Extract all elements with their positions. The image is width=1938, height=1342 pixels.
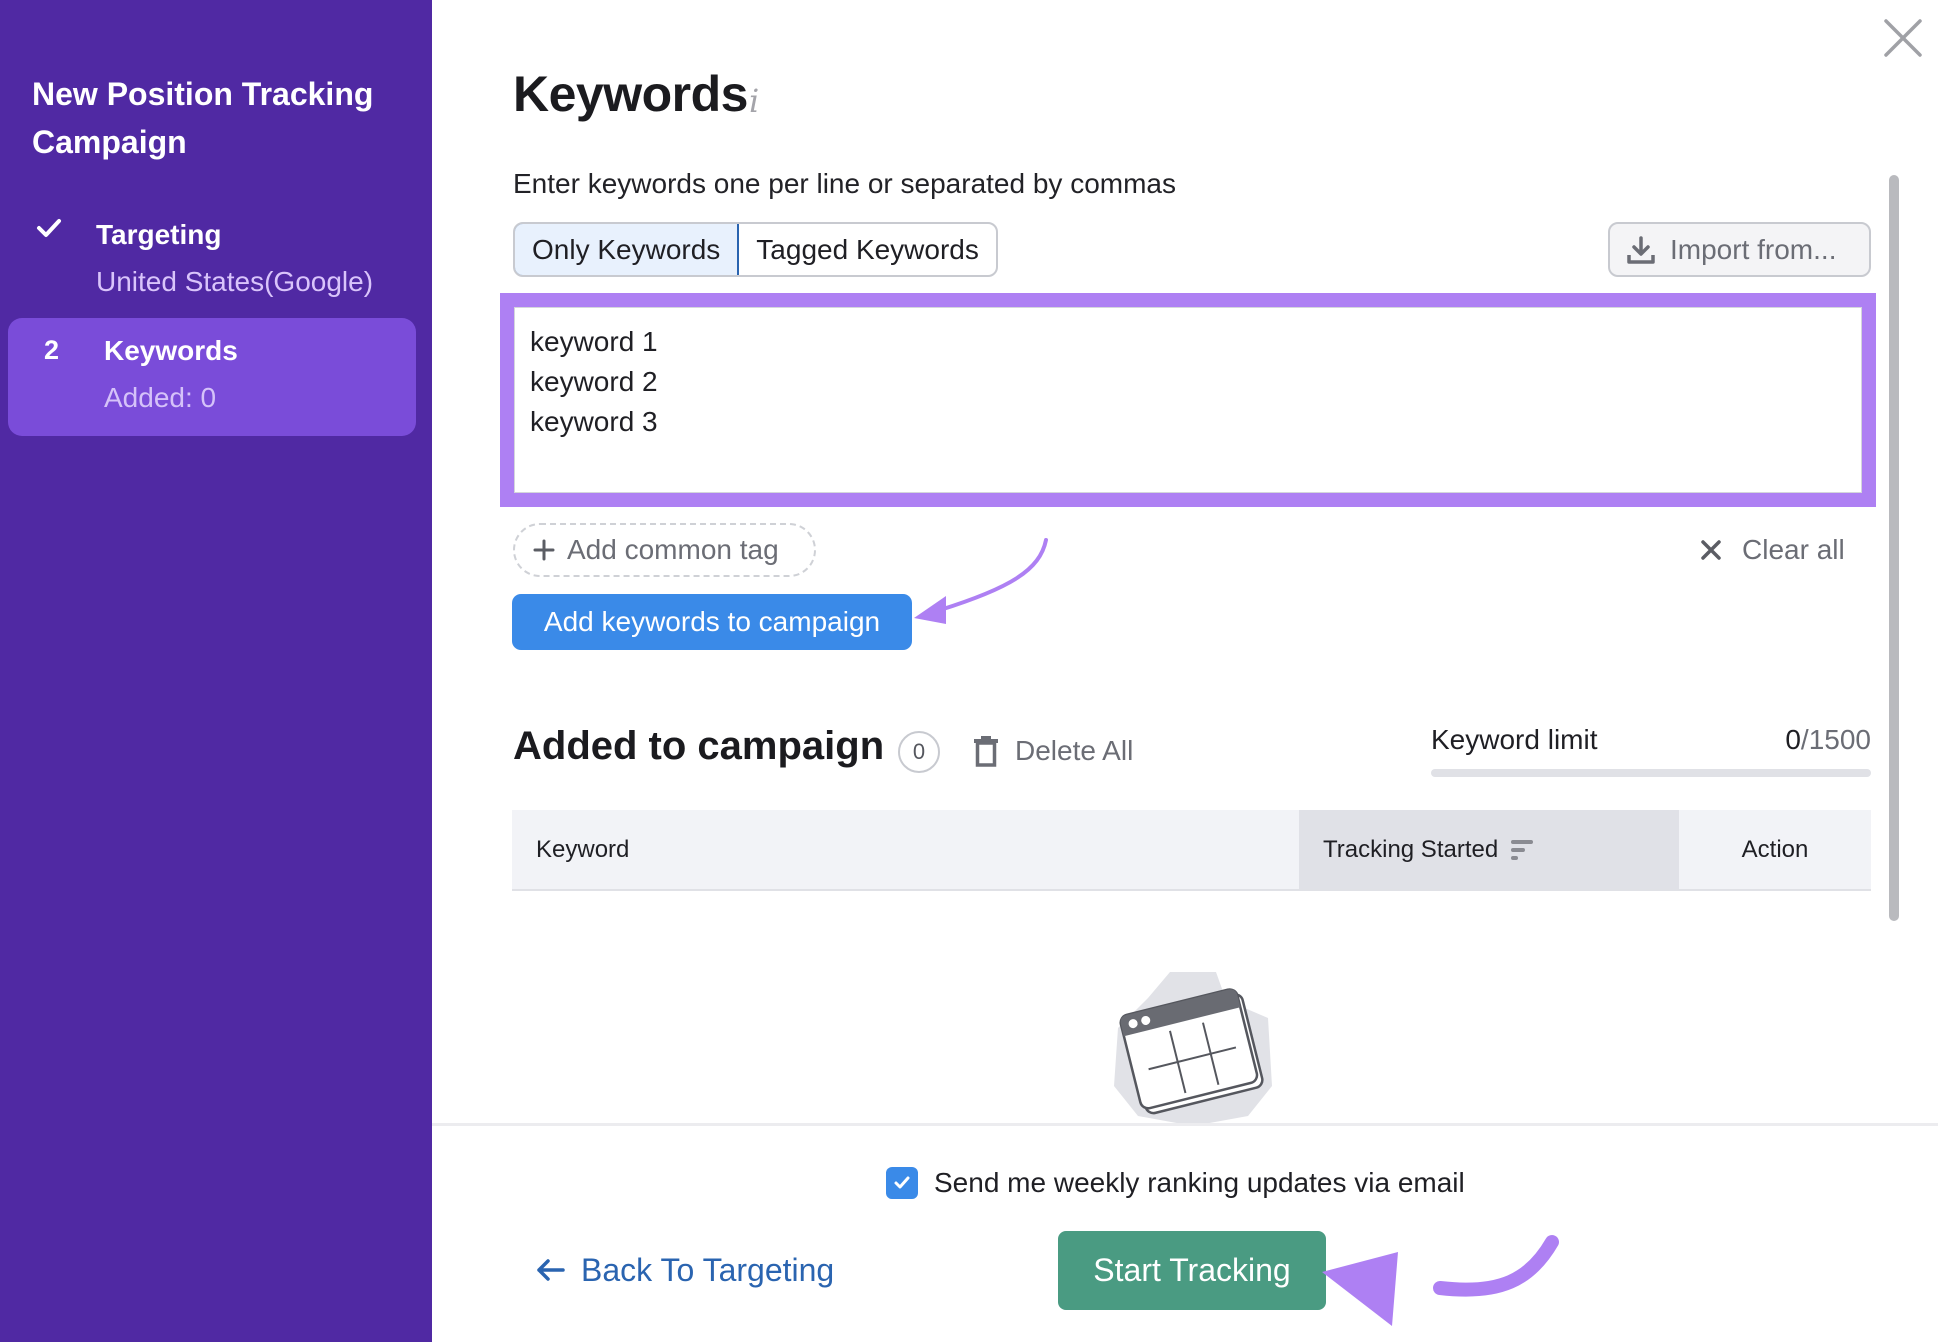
column-label: Tracking Started bbox=[1323, 835, 1499, 863]
start-tracking-button[interactable]: Start Tracking bbox=[1058, 1231, 1326, 1310]
scrollbar[interactable] bbox=[1889, 175, 1899, 921]
keyword-mode-toggle: Only Keywords Tagged Keywords bbox=[513, 222, 998, 277]
weekly-email-checkbox-row[interactable]: Send me weekly ranking updates via email bbox=[886, 1167, 1465, 1199]
keyword-limit-label: Keyword limit bbox=[1431, 724, 1598, 755]
limit-total: /1500 bbox=[1800, 724, 1871, 755]
sort-icon bbox=[1511, 839, 1534, 860]
keyword-limit-value: 0/1500 bbox=[1785, 724, 1871, 756]
check-icon bbox=[36, 215, 62, 246]
page-title: Keywords bbox=[513, 66, 748, 122]
step-label: Keywords bbox=[104, 335, 238, 366]
keywords-input-highlight bbox=[500, 293, 1876, 507]
empty-table-illustration bbox=[1114, 972, 1272, 1126]
plus-icon bbox=[533, 533, 555, 567]
table-header: Keyword Tracking Started Action bbox=[512, 810, 1871, 891]
limit-used: 0 bbox=[1785, 724, 1801, 755]
step-subtitle: Added: 0 bbox=[104, 382, 217, 413]
sidebar-step-targeting[interactable]: Targeting United States(Google) bbox=[8, 205, 416, 305]
column-tracking-started[interactable]: Tracking Started bbox=[1299, 810, 1679, 889]
download-icon bbox=[1627, 235, 1655, 264]
add-keywords-button[interactable]: Add keywords to campaign bbox=[512, 594, 912, 650]
info-icon[interactable]: i bbox=[749, 82, 759, 120]
sidebar-title: New Position Tracking Campaign bbox=[32, 76, 374, 160]
column-keyword[interactable]: Keyword bbox=[512, 810, 1299, 889]
added-count-badge: 0 bbox=[898, 731, 940, 773]
clear-all-button[interactable]: Clear all bbox=[1700, 530, 1845, 570]
keywords-input[interactable] bbox=[514, 307, 1862, 493]
arrow-left-icon bbox=[537, 1259, 565, 1281]
sidebar-step-keywords[interactable]: 2 Keywords Added: 0 bbox=[8, 318, 416, 436]
close-icon bbox=[1884, 19, 1922, 57]
checkmark-icon bbox=[894, 1176, 910, 1189]
weekly-email-label: Send me weekly ranking updates via email bbox=[934, 1167, 1465, 1198]
column-action: Action bbox=[1741, 835, 1809, 863]
close-button[interactable] bbox=[1883, 18, 1923, 58]
add-tag-label: Add common tag bbox=[567, 534, 779, 565]
tab-only-keywords[interactable]: Only Keywords bbox=[514, 224, 740, 275]
import-button[interactable]: Import from... bbox=[1608, 222, 1871, 277]
added-section-title: Added to campaign bbox=[513, 724, 885, 768]
add-common-tag-button[interactable]: Add common tag bbox=[513, 523, 816, 577]
sidebar: New Position Tracking Campaign Targeting… bbox=[0, 0, 432, 1342]
trash-icon bbox=[974, 736, 998, 767]
x-icon bbox=[1701, 540, 1721, 560]
step-label: Targeting bbox=[96, 219, 222, 250]
instruction-text: Enter keywords one per line or separated… bbox=[513, 168, 1176, 199]
delete-all-label: Delete All bbox=[1015, 735, 1134, 766]
import-label: Import from... bbox=[1670, 233, 1837, 265]
back-to-targeting-button[interactable]: Back To Targeting bbox=[535, 1248, 834, 1292]
clear-all-label: Clear all bbox=[1742, 534, 1845, 565]
delete-all-button[interactable]: Delete All bbox=[973, 729, 1133, 773]
weekly-email-checkbox[interactable] bbox=[886, 1167, 918, 1199]
keyword-limit-bar bbox=[1431, 769, 1871, 777]
annotation-arrow-add-keywords bbox=[914, 538, 1048, 624]
back-label: Back To Targeting bbox=[581, 1251, 835, 1288]
tab-tagged-keywords[interactable]: Tagged Keywords bbox=[739, 224, 996, 275]
step-number: 2 bbox=[44, 335, 60, 365]
step-subtitle: United States(Google) bbox=[96, 266, 374, 297]
